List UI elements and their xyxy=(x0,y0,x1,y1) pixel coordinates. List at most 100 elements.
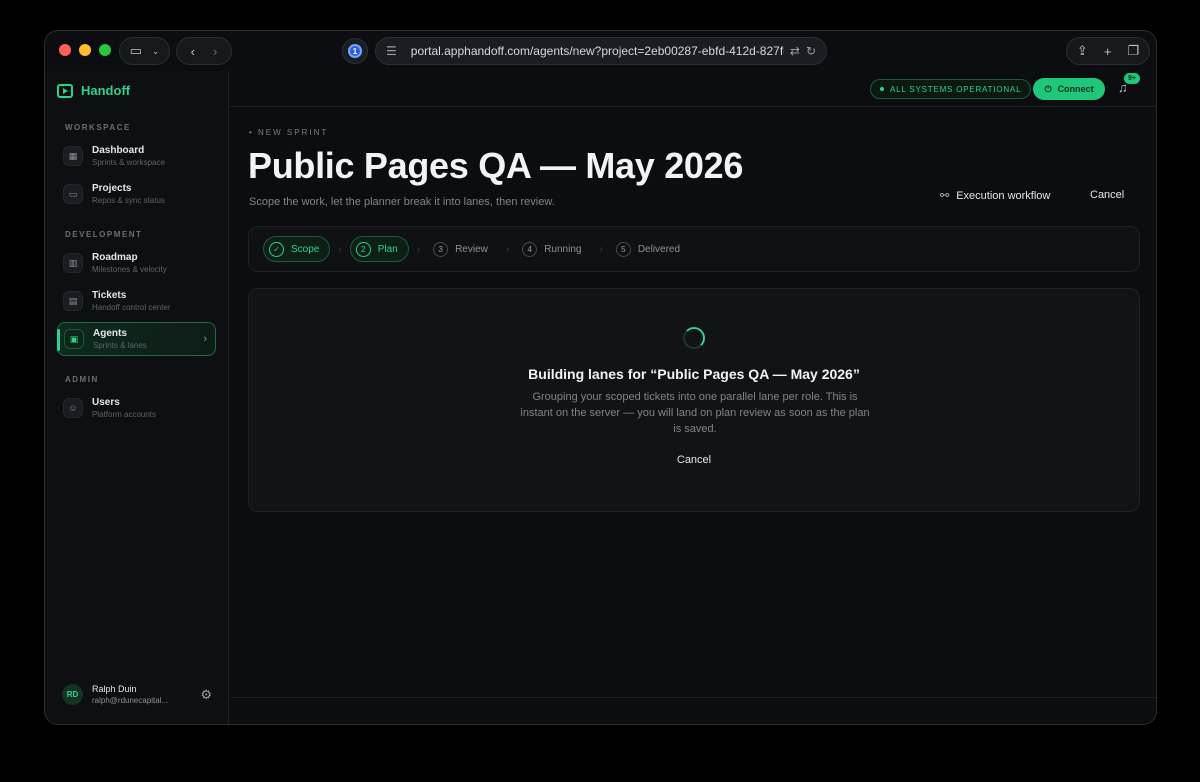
sidebar-item-label: Roadmap xyxy=(92,252,138,263)
step-number: 4 xyxy=(522,241,538,257)
chevron-right-icon: › xyxy=(505,243,510,255)
sidebar-item-sub: Sprints & workspace xyxy=(92,158,165,167)
sidebar-item-sub: Repos & sync status xyxy=(92,196,165,205)
step-running[interactable]: 4 Running xyxy=(517,236,591,262)
sidebar-item-sub: Platform accounts xyxy=(92,410,157,419)
status-text: ALL SYSTEMS OPERATIONAL xyxy=(890,84,1022,94)
sidebar-item-label: Agents xyxy=(93,328,127,339)
top-bar: ALL SYSTEMS OPERATIONAL ⏻ Connect ♫ 9+ xyxy=(230,71,1156,107)
sidebar-item-projects[interactable]: ▭ Projects Repos & sync status xyxy=(57,177,216,211)
plug-icon: ⏻ xyxy=(1044,83,1052,94)
notification-count-badge: 9+ xyxy=(1124,73,1140,84)
map-icon: ▥ xyxy=(63,253,83,273)
step-plan[interactable]: 2 Plan xyxy=(349,236,409,262)
window-controls xyxy=(59,44,111,56)
reload-icon[interactable]: ↻ xyxy=(806,44,816,58)
sidebar-icon: ▭ xyxy=(129,43,142,58)
password-manager-icon: 1 xyxy=(348,44,362,58)
sidebar: Handoff WORKSPACE ▦ Dashboard Sprints & w… xyxy=(45,71,229,724)
gear-icon[interactable]: ⚙ xyxy=(200,687,212,703)
main-content: • NEW SPRINT Public Pages QA — May 2026 … xyxy=(230,108,1156,724)
execution-workflow-button[interactable]: ⚯ Execution workflow xyxy=(940,189,1051,203)
new-tab-icon[interactable]: + xyxy=(1104,44,1112,59)
sidebar-item-label: Projects xyxy=(92,183,132,194)
step-label: Review xyxy=(455,243,488,255)
reader-icon[interactable]: ☰ xyxy=(386,44,397,58)
folder-icon: ▭ xyxy=(63,184,83,204)
sidebar-item-roadmap[interactable]: ▥ Roadmap Milestones & velocity xyxy=(57,246,216,280)
user-name: Ralph Duin xyxy=(92,684,137,694)
chevron-right-icon: › xyxy=(416,243,421,255)
sidebar-item-label: Dashboard xyxy=(92,145,145,156)
chevron-down-icon: ⌄ xyxy=(151,45,160,56)
sidebar-item-sub: Handoff control center xyxy=(92,303,171,312)
user-profile[interactable]: RD Ralph Duin ralph@rdunecapital... ⚙ xyxy=(62,684,212,705)
grid-icon: ▦ xyxy=(63,146,83,166)
ticket-icon: ▤ xyxy=(63,291,83,311)
chevron-right-icon: › xyxy=(338,243,342,255)
cancel-button[interactable]: Cancel xyxy=(1090,189,1124,201)
step-review[interactable]: 3 Review xyxy=(428,236,498,262)
back-icon[interactable]: ‹ xyxy=(191,44,195,59)
card-title: Building lanes for “Public Pages QA — Ma… xyxy=(528,366,860,382)
history-nav: ‹ › xyxy=(176,37,232,65)
users-icon: ☺ xyxy=(63,398,83,418)
sidebar-item-label: Tickets xyxy=(92,290,127,301)
page-subtitle: Scope the work, let the planner break it… xyxy=(249,196,555,208)
page-title: Public Pages QA — May 2026 xyxy=(248,145,744,186)
step-scope[interactable]: ✓ Scope xyxy=(263,236,331,262)
user-email: ralph@rdunecapital... xyxy=(92,696,169,705)
connect-label: Connect xyxy=(1057,84,1094,94)
workflow-icon: ⚯ xyxy=(940,190,950,202)
step-number: 2 xyxy=(355,241,371,257)
sidebar-item-dashboard[interactable]: ▦ Dashboard Sprints & workspace xyxy=(57,139,216,173)
url-text: portal.apphandoff.com/agents/new?project… xyxy=(410,44,784,58)
brand-logo[interactable]: Handoff xyxy=(57,83,130,98)
execution-workflow-label: Execution workflow xyxy=(956,189,1051,202)
step-label: Running xyxy=(544,243,582,255)
sidebar-item-sub: Sprints & lanes xyxy=(93,341,147,350)
tabs-icon[interactable]: ❐ xyxy=(1127,43,1139,59)
step-label: Delivered xyxy=(637,243,681,255)
sidebar-toggle-button[interactable]: ▭ ⌄ xyxy=(119,37,170,65)
section-label-development: DEVELOPMENT xyxy=(65,230,143,239)
check-icon: ✓ xyxy=(269,241,284,257)
loading-spinner-icon xyxy=(683,327,705,349)
status-dot-icon xyxy=(880,87,884,91)
step-label: Scope xyxy=(291,243,320,255)
maximize-window-button[interactable] xyxy=(99,44,111,56)
sidebar-item-sub: Milestones & velocity xyxy=(92,265,167,274)
connect-button[interactable]: ⏻ Connect xyxy=(1033,78,1105,100)
step-number: 3 xyxy=(433,241,449,257)
status-badge: ALL SYSTEMS OPERATIONAL xyxy=(870,79,1032,99)
sprint-stepper: ✓ Scope › 2 Plan › 3 Review › 4 Running … xyxy=(248,226,1140,272)
password-manager-button[interactable]: 1 xyxy=(342,38,368,64)
minimize-window-button[interactable] xyxy=(79,44,91,56)
building-lanes-card: Building lanes for “Public Pages QA — Ma… xyxy=(248,288,1140,512)
browser-toolbar: ▭ ⌄ ‹ › 1 ☰ portal.apphandoff.com/agents… xyxy=(45,31,1156,71)
page-eyebrow: • NEW SPRINT xyxy=(249,128,329,137)
brand-name: Handoff xyxy=(81,83,131,98)
step-delivered[interactable]: 5 Delivered xyxy=(611,236,690,262)
browser-window: ▭ ⌄ ‹ › 1 ☰ portal.apphandoff.com/agents… xyxy=(44,30,1157,725)
step-number: 5 xyxy=(615,241,631,257)
close-window-button[interactable] xyxy=(59,44,71,56)
card-cancel-button[interactable]: Cancel xyxy=(249,454,1139,466)
step-label: Plan xyxy=(377,243,398,255)
sidebar-item-agents[interactable]: ▣ Agents Sprints & lanes › xyxy=(57,322,216,356)
translate-icon[interactable]: ⇄ xyxy=(790,44,800,58)
sidebar-item-tickets[interactable]: ▤ Tickets Handoff control center xyxy=(57,284,216,318)
handoff-logo-icon xyxy=(57,83,73,98)
card-description: Grouping your scoped tickets into one pa… xyxy=(520,391,870,435)
section-label-workspace: WORKSPACE xyxy=(65,123,131,132)
section-label-admin: ADMIN xyxy=(65,375,99,384)
avatar: RD xyxy=(62,684,83,705)
bot-icon: ▣ xyxy=(64,329,84,349)
sidebar-item-users[interactable]: ☺ Users Platform accounts xyxy=(57,391,216,425)
share-icon[interactable]: ⇪ xyxy=(1077,43,1088,59)
divider xyxy=(230,697,1156,698)
browser-actions: ⇪ + ❐ xyxy=(1066,37,1150,65)
forward-icon[interactable]: › xyxy=(213,44,217,59)
address-bar[interactable]: ☰ portal.apphandoff.com/agents/new?proje… xyxy=(375,37,827,65)
chevron-right-icon: › xyxy=(599,243,603,255)
